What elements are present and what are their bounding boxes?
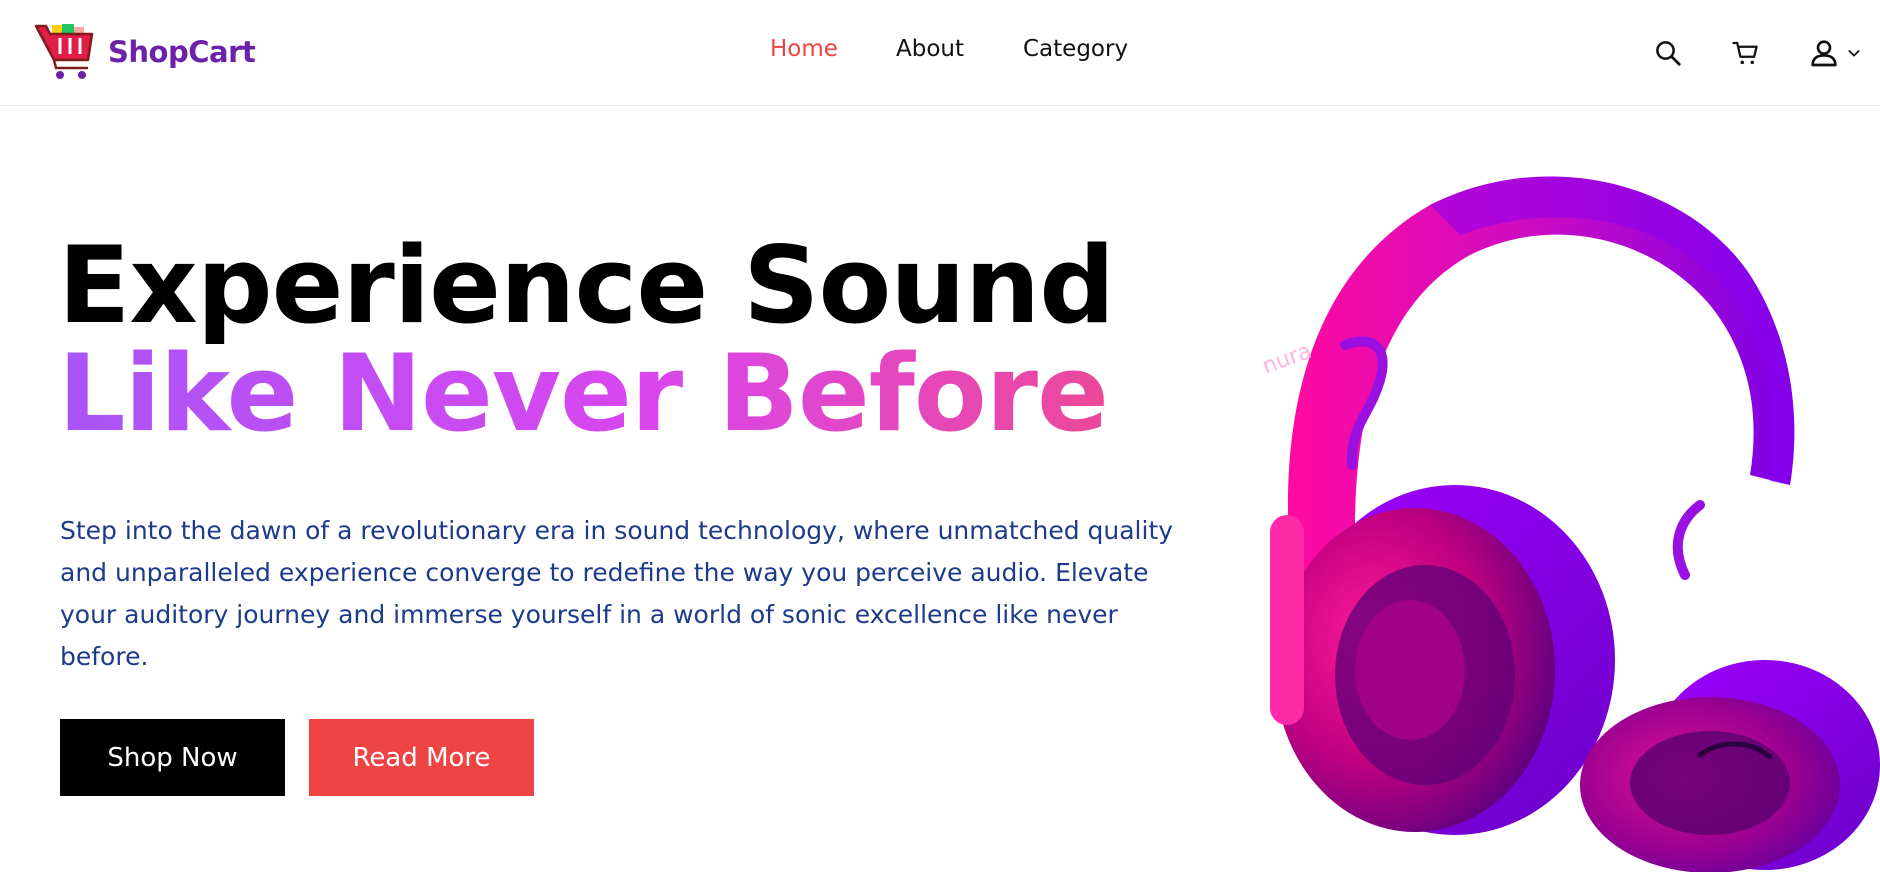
- cart-logo-icon: [34, 24, 94, 79]
- user-icon: [1811, 40, 1837, 67]
- nav-link-about[interactable]: About: [896, 36, 964, 62]
- cart-button[interactable]: [1726, 33, 1766, 73]
- chevron-down-icon: [1848, 50, 1860, 57]
- hero-title: Experience Sound Like Never Before: [58, 232, 1158, 448]
- headphones-image: nura: [1230, 165, 1880, 873]
- read-more-button[interactable]: Read More: [309, 719, 534, 796]
- hero-title-line1: Experience Sound: [58, 224, 1115, 347]
- account-menu[interactable]: [1803, 33, 1867, 73]
- hero-title-line2: Like Never Before: [58, 332, 1109, 455]
- search-icon: [1656, 41, 1681, 66]
- nav-link-home[interactable]: Home: [770, 36, 838, 62]
- hero-description: Step into the dawn of a revolutionary er…: [60, 516, 1174, 671]
- navbar: ShopCart Home About Category: [0, 0, 1880, 106]
- search-button[interactable]: [1648, 33, 1688, 73]
- brand-name: ShopCart: [108, 35, 256, 69]
- cart-icon: [1732, 41, 1758, 65]
- brand-logo[interactable]: ShopCart: [34, 22, 256, 82]
- headphones-icon: nura: [1259, 176, 1880, 873]
- shop-now-button[interactable]: Shop Now: [60, 719, 285, 796]
- nav-link-category[interactable]: Category: [1023, 36, 1128, 62]
